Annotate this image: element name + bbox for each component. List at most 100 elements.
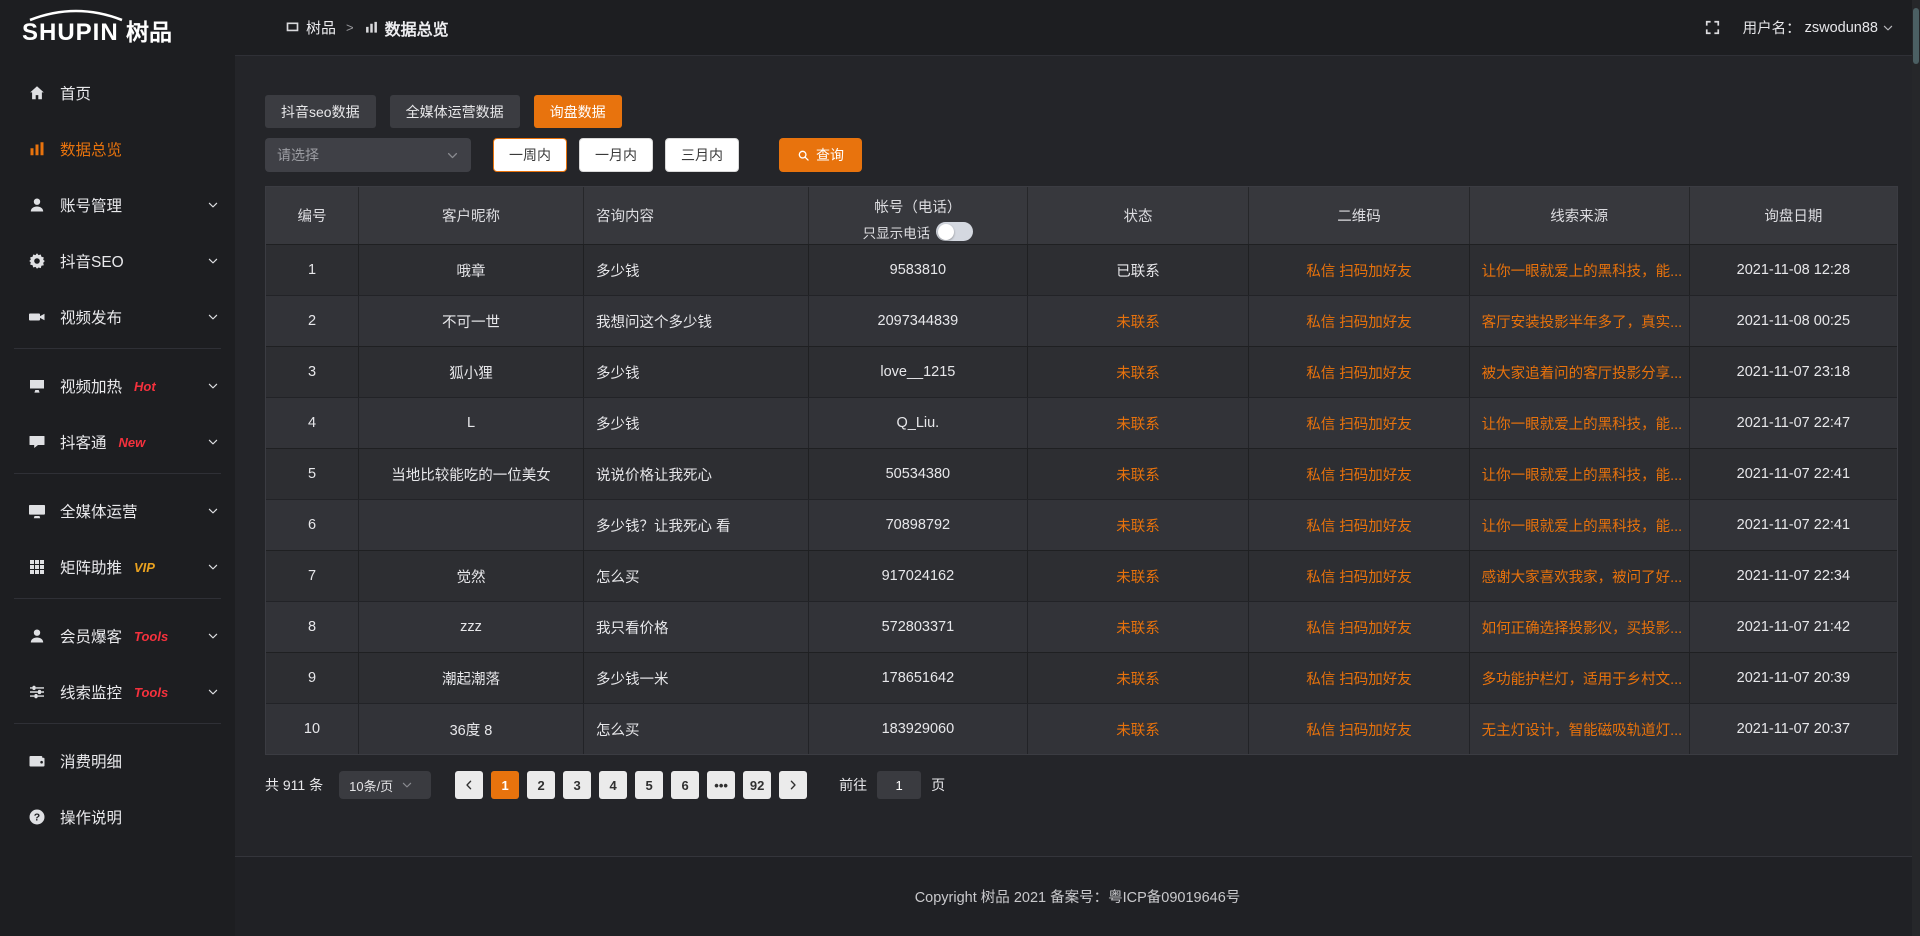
page-button-4[interactable]: 4 [599,771,627,799]
cell-content: 我只看价格 [584,602,809,652]
sidebar-item-video-publish[interactable]: 视频发布 [0,292,235,342]
page-button-3[interactable]: 3 [563,771,591,799]
cell-qr-links[interactable]: 私信 扫码加好友 [1249,449,1469,499]
cell-date: 2021-11-07 20:39 [1690,653,1897,703]
cell-status: 未联系 [1028,551,1250,601]
page-button-•••[interactable]: ••• [707,771,735,799]
cell-qr-links[interactable]: 私信 扫码加好友 [1249,551,1469,601]
sliders-icon [28,683,46,701]
cell-qr-links[interactable]: 私信 扫码加好友 [1249,296,1469,346]
data-tabs: 抖音seo数据全媒体运营数据询盘数据 [265,95,1898,128]
cell-index: 5 [266,449,359,499]
phone-only-toggle[interactable] [936,222,973,241]
page-button-92[interactable]: 92 [743,771,771,799]
sidebar-item-clue-monitor[interactable]: 线索监控Tools [0,667,235,717]
cell-qr-links[interactable]: 私信 扫码加好友 [1249,653,1469,703]
filter-select[interactable]: 请选择 [265,138,471,172]
cell-content: 我想问这个多少钱 [584,296,809,346]
cell-source-link[interactable]: 无主灯设计，智能磁吸轨道灯... [1470,704,1690,754]
breadcrumb-current-label: 数据总览 [385,16,449,40]
tab-1[interactable]: 全媒体运营数据 [390,95,520,128]
table-row: 5当地比较能吃的一位美女说说价格让我死心50534380未联系私信 扫码加好友让… [266,448,1897,499]
cell-status: 未联系 [1028,449,1250,499]
scrollbar-thumb[interactable] [1913,8,1919,64]
breadcrumb-item-root[interactable]: 树品 [285,17,336,38]
tab-2[interactable]: 询盘数据 [534,95,622,128]
cell-source-link[interactable]: 被大家追着问的客厅投影分享... [1470,347,1690,397]
sidebar-item-douyin-seo[interactable]: 抖音SEO [0,236,235,286]
fullscreen-icon[interactable] [1704,19,1721,36]
app-logo: SHUPIN 树品 [0,0,235,56]
cell-status: 未联系 [1028,347,1250,397]
sidebar-item-doukе-tong[interactable]: 抖客通New [0,417,235,467]
table-row: 6多少钱？让我死心 看70898792未联系私信 扫码加好友让你一眼就爱上的黑科… [266,499,1897,550]
cell-source-link[interactable]: 让你一眼就爱上的黑科技，能... [1470,449,1690,499]
cell-date: 2021-11-07 22:41 [1690,500,1897,550]
cell-source-link[interactable]: 让你一眼就爱上的黑科技，能... [1470,245,1690,295]
cell-status: 未联系 [1028,653,1250,703]
sidebar-item-consume-detail[interactable]: 消费明细 [0,736,235,786]
cell-source-link[interactable]: 让你一眼就爱上的黑科技，能... [1470,500,1690,550]
cell-source-link[interactable]: 如何正确选择投影仪，买投影... [1470,602,1690,652]
page-button-6[interactable]: 6 [671,771,699,799]
cell-date: 2021-11-07 22:47 [1690,398,1897,448]
period-button-1[interactable]: 一月内 [579,138,653,172]
page-button-1[interactable]: 1 [491,771,519,799]
sidebar-item-label: 抖客通 [60,431,107,453]
chevron-left-icon [463,779,475,791]
header-qrcode: 二维码 [1249,187,1469,244]
cell-qr-links[interactable]: 私信 扫码加好友 [1249,602,1469,652]
cell-status: 未联系 [1028,500,1250,550]
breadcrumb-item-current: 数据总览 [364,16,449,40]
cell-nickname: 潮起潮落 [359,653,584,703]
header-content: 咨询内容 [584,187,809,244]
sidebar-item-matrix-boost[interactable]: 矩阵助推VIP [0,542,235,592]
period-button-2[interactable]: 三月内 [665,138,739,172]
cell-qr-links[interactable]: 私信 扫码加好友 [1249,500,1469,550]
cell-qr-links[interactable]: 私信 扫码加好友 [1249,347,1469,397]
sidebar-item-account-management[interactable]: 账号管理 [0,180,235,230]
goto-page-input[interactable] [877,771,921,799]
cell-qr-links[interactable]: 私信 扫码加好友 [1249,398,1469,448]
cell-source-link[interactable]: 客厅安装投影半年多了，真实... [1470,296,1690,346]
sidebar-item-home[interactable]: 首页 [0,68,235,118]
cell-qr-links[interactable]: 私信 扫码加好友 [1249,245,1469,295]
page-button-2[interactable]: 2 [527,771,555,799]
sidebar-divider [14,348,221,349]
page-size-select[interactable]: 10条/页 [339,771,431,799]
cell-source-link[interactable]: 让你一眼就爱上的黑科技，能... [1470,398,1690,448]
sidebar-divider [14,473,221,474]
cell-source-link[interactable]: 感谢大家喜欢我家，被问了好... [1470,551,1690,601]
sidebar-divider [14,598,221,599]
page-size-label: 10条/页 [349,776,393,795]
username-value: zswodun88 [1805,20,1878,36]
sidebar-item-label: 会员爆客 [60,625,122,647]
sidebar-item-badge: Tools [134,629,168,644]
next-page-button[interactable] [779,771,807,799]
tab-0[interactable]: 抖音seo数据 [265,95,376,128]
sidebar-item-data-overview[interactable]: 数据总览 [0,124,235,174]
cell-qr-links[interactable]: 私信 扫码加好友 [1249,704,1469,754]
sidebar-item-member-burst[interactable]: 会员爆客 Tools [0,611,235,661]
footer: Copyright 树品 2021 备案号：粤ICP备09019646号 [235,856,1920,936]
prev-page-button[interactable] [455,771,483,799]
inquiry-table: 编号 客户昵称 咨询内容 帐号（电话） 只显示电话 状态 二维码 线索来源 询盘… [265,186,1898,755]
cell-content: 怎么买 [584,704,809,754]
question-icon: ? [28,808,46,826]
search-icon [797,149,810,162]
cell-content: 多少钱？让我死心 看 [584,500,809,550]
filter-bar: 请选择 一周内一月内三月内 查询 [265,138,1898,172]
sidebar-item-video-heat[interactable]: 视频加热Hot [0,361,235,411]
sidebar-item-label: 账号管理 [60,194,122,216]
video-camera-icon [28,308,46,326]
page-button-5[interactable]: 5 [635,771,663,799]
sidebar-item-instructions[interactable]: ?操作说明 [0,792,235,842]
cell-source-link[interactable]: 多功能护栏灯，适用于乡村文... [1470,653,1690,703]
query-button[interactable]: 查询 [779,138,862,172]
sidebar-item-omni-media[interactable]: 全媒体运营 [0,486,235,536]
period-button-0[interactable]: 一周内 [493,138,567,172]
bar-chart-icon [364,20,379,35]
chevron-down-icon [207,380,219,392]
chevron-down-icon [207,630,219,642]
user-menu[interactable]: 用户名：zswodun88 [1743,17,1894,38]
